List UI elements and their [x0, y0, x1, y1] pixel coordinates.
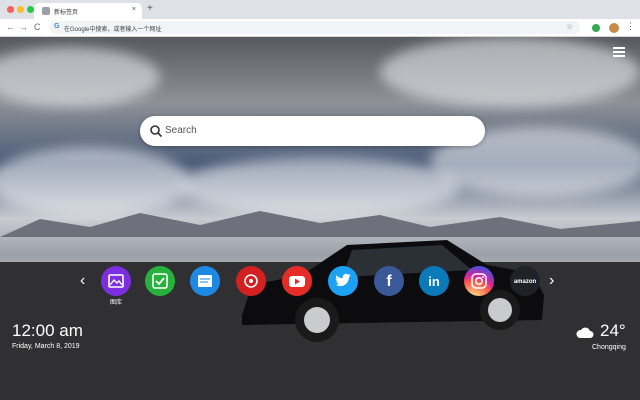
reload-button[interactable]: C [34, 22, 41, 33]
close-window-button[interactable] [7, 6, 14, 13]
search-placeholder: Search [165, 125, 197, 136]
amazon-icon: amazon [510, 279, 540, 300]
extension-icon[interactable] [592, 24, 600, 32]
maximize-window-button[interactable] [27, 6, 34, 13]
notes-shortcut[interactable] [190, 266, 220, 296]
twitter-shortcut[interactable] [328, 266, 358, 296]
tab-close-icon[interactable]: × [132, 6, 136, 13]
youtube-shortcut[interactable] [282, 266, 312, 296]
instagram-icon [464, 273, 494, 300]
tab-bar: 新标签页 × + [0, 0, 640, 19]
facebook-shortcut[interactable]: f [374, 266, 404, 296]
profile-avatar[interactable] [609, 23, 619, 33]
back-button[interactable]: ← [6, 22, 15, 33]
facebook-icon: f [374, 273, 404, 300]
svg-text:f: f [386, 273, 392, 290]
wallpaper: Search [0, 37, 640, 400]
cloud-shape [0, 47, 160, 107]
search-icon [150, 125, 163, 138]
address-bar[interactable]: G 在Google中搜索，或者输入一个网址 [50, 21, 580, 34]
weather-temperature: 24° [600, 321, 626, 340]
tasks-shortcut[interactable] [145, 266, 175, 296]
menu-icon[interactable] [613, 47, 625, 57]
minimize-window-button[interactable] [17, 6, 24, 13]
browser-menu-icon[interactable]: ⋮ [626, 21, 635, 32]
check-icon [145, 273, 175, 300]
next-arrow[interactable]: › [549, 272, 554, 290]
instagram-shortcut[interactable] [464, 266, 494, 296]
cloud-icon [576, 327, 594, 338]
tab-favicon-icon [42, 7, 50, 15]
search-box[interactable]: Search [140, 116, 485, 146]
weather-city: Chongqing [592, 344, 626, 351]
toolbar: ← → C G 在Google中搜索，或者输入一个网址 ☆ ⋮ [0, 19, 640, 37]
gallery-label: 图库 [109, 300, 122, 306]
tab-title: 新标签页 [54, 10, 79, 16]
linkedin-icon: in [419, 274, 449, 300]
game-shortcut[interactable] [236, 266, 266, 296]
cloud-shape [380, 37, 640, 107]
clock-time: 12:00 am [12, 321, 83, 340]
game-icon [236, 274, 266, 300]
prev-arrow[interactable]: ‹ [80, 272, 85, 290]
address-placeholder: 在Google中搜索，或者输入一个网址 [64, 27, 162, 33]
amazon-shortcut[interactable]: amazon [510, 266, 540, 296]
tab-new-tab[interactable]: 新标签页 × [34, 3, 142, 19]
forward-button[interactable]: → [19, 22, 28, 33]
new-tab-button[interactable]: + [147, 3, 153, 14]
twitter-icon [328, 273, 358, 300]
clock-date: Friday, March 8, 2019 [12, 343, 80, 350]
linkedin-shortcut[interactable]: in [419, 266, 449, 296]
svg-text:in: in [428, 274, 440, 289]
youtube-icon [282, 276, 312, 300]
svg-text:amazon: amazon [514, 279, 537, 285]
note-icon [190, 275, 220, 300]
google-icon: G [54, 23, 60, 30]
bookmark-star-icon[interactable]: ☆ [566, 22, 573, 31]
gallery-shortcut[interactable] [101, 266, 131, 296]
